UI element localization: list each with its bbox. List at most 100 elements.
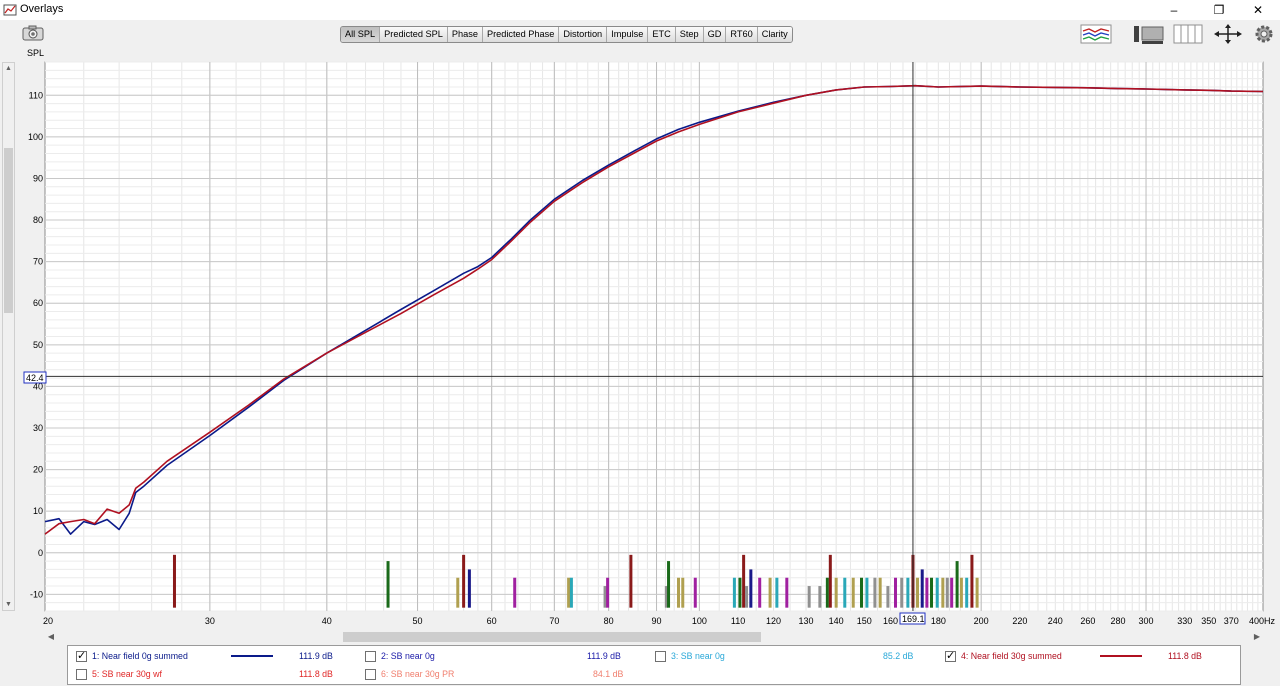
- y-tick-label: 10: [33, 506, 43, 516]
- measurement-bar: [825, 577, 829, 608]
- tab-distortion[interactable]: Distortion: [559, 27, 608, 42]
- x-tick-label: 20: [43, 616, 53, 626]
- measurement-bar: [758, 577, 762, 608]
- measurement-bar: [785, 577, 789, 608]
- legend-checkbox-6[interactable]: [365, 668, 376, 680]
- measurement-bar: [745, 586, 749, 608]
- minimize-button[interactable]: –: [1151, 0, 1197, 20]
- tab-rt60[interactable]: RT60: [726, 27, 758, 42]
- measurement-bar: [667, 561, 671, 608]
- measurement-bar: [950, 577, 954, 608]
- measurement-bar: [603, 586, 607, 608]
- measurement-bar: [738, 577, 742, 608]
- measurement-bar: [629, 554, 633, 608]
- x-tick-label: 220: [1012, 616, 1027, 626]
- measurement-bar: [859, 577, 863, 608]
- x-tick-label: 30: [205, 616, 215, 626]
- legend-item-2[interactable]: 2: SB near 0g 111.9 dB: [365, 648, 621, 664]
- measurement-bar: [567, 577, 571, 608]
- measurement-legend: 1: Near field 0g summed 111.9 dB 2: SB n…: [67, 645, 1241, 685]
- legend-checkbox-1[interactable]: [76, 649, 87, 662]
- legend-checkbox-4[interactable]: [945, 649, 956, 662]
- window-title: Overlays: [20, 3, 64, 15]
- measurement-bar: [970, 554, 974, 608]
- y-tick-label: 100: [28, 132, 43, 142]
- measurement-bar: [818, 586, 822, 608]
- measurement-bar: [732, 577, 736, 608]
- x-tick-label: 160: [883, 616, 898, 626]
- cursor-spl-label: 42.4: [26, 373, 44, 383]
- x-tick-label: 400Hz: [1249, 616, 1276, 626]
- measurement-bar: [915, 577, 919, 608]
- tab-gd[interactable]: GD: [703, 27, 727, 42]
- measurement-bar: [843, 577, 847, 608]
- y-tick-label: 60: [33, 298, 43, 308]
- horizontal-scroll-thumb[interactable]: [343, 632, 761, 642]
- camera-icon[interactable]: [22, 25, 44, 41]
- legend-item-4[interactable]: 4: Near field 30g summed 111.8 dB: [945, 648, 1202, 664]
- axis-label-spl: SPL: [27, 48, 45, 58]
- measurement-bar: [742, 554, 746, 608]
- spl-chart[interactable]: 1101009080706050403020100-10 20 30 40 50 60 7…: [0, 60, 1280, 630]
- measurement-bar: [807, 586, 811, 608]
- tab-clarity[interactable]: Clarity: [757, 27, 792, 42]
- scroll-left-icon[interactable]: ◀: [45, 631, 57, 643]
- tab-impulse[interactable]: Impulse: [607, 27, 649, 42]
- y-tick-label: 110: [29, 90, 43, 100]
- measurement-bar: [894, 577, 898, 608]
- measurement-bar: [172, 554, 176, 608]
- measurement-bar: [606, 577, 610, 608]
- measurement-bar: [886, 586, 890, 608]
- controls-icon[interactable]: [1133, 23, 1165, 45]
- x-tick-label: 120: [766, 616, 781, 626]
- tab-predicted-spl[interactable]: Predicted SPL: [380, 27, 448, 42]
- measurement-bar: [749, 569, 753, 608]
- gear-icon[interactable]: [1253, 23, 1275, 45]
- x-tick-label: 110: [731, 616, 745, 626]
- legend-line-4: [1100, 655, 1142, 657]
- legend-label-5: 5: SB near 30g wf: [92, 669, 162, 679]
- legend-checkbox-3[interactable]: [655, 650, 666, 662]
- scroll-right-icon[interactable]: ▶: [1251, 631, 1263, 643]
- measurement-bar: [906, 577, 910, 608]
- legend-item-1[interactable]: 1: Near field 0g summed 111.9 dB: [76, 648, 333, 664]
- horizontal-scrollbar[interactable]: ◀ ▶: [45, 630, 1263, 644]
- measurement-bar: [681, 577, 685, 608]
- legend-checkbox-2[interactable]: [365, 650, 376, 662]
- measurement-bar: [462, 554, 466, 608]
- cursor-freq-label: 169.1: [902, 614, 925, 624]
- tab-predicted-phase[interactable]: Predicted Phase: [482, 27, 560, 42]
- legend-line-1: [231, 655, 273, 657]
- measurement-bar: [513, 577, 517, 608]
- legend-item-3[interactable]: 3: SB near 0g 85.2 dB: [655, 648, 913, 664]
- tab-step[interactable]: Step: [675, 27, 704, 42]
- title-bar: Overlays – ❐ ✕: [0, 0, 1280, 20]
- measurement-bar: [775, 577, 779, 608]
- measurement-bar: [900, 577, 904, 608]
- x-tick-label: 40: [322, 616, 332, 626]
- tab-etc[interactable]: ETC: [648, 27, 676, 42]
- close-button[interactable]: ✕: [1235, 0, 1280, 20]
- legend-item-5[interactable]: 5: SB near 30g wf 111.8 dB: [76, 666, 333, 682]
- measurement-bar: [878, 577, 882, 608]
- legend-item-6[interactable]: 6: SB near 30g PR 84.1 dB: [365, 666, 623, 682]
- x-tick-label: 260: [1080, 616, 1095, 626]
- y-tick-label: 50: [33, 340, 43, 350]
- tab-all-spl[interactable]: All SPL: [341, 27, 381, 42]
- x-tick-label: 280: [1110, 616, 1125, 626]
- y-tick-label: 20: [33, 465, 43, 475]
- legend-label-2: 2: SB near 0g: [381, 651, 435, 661]
- move-icon[interactable]: [1213, 23, 1243, 45]
- traces-icon[interactable]: [1080, 23, 1112, 45]
- legend-checkbox-5[interactable]: [76, 668, 87, 680]
- tab-phase[interactable]: Phase: [447, 27, 483, 42]
- legend-value-4: 111.8 dB: [1168, 651, 1202, 661]
- legend-value-5: 111.8 dB: [299, 669, 333, 679]
- legend-label-3: 3: SB near 0g: [671, 651, 725, 661]
- legend-label-6: 6: SB near 30g PR: [381, 669, 455, 679]
- graph-tabs: All SPL Predicted SPL Phase Predicted Ph…: [340, 26, 793, 43]
- layout-icon[interactable]: [1173, 23, 1203, 45]
- x-tick-label: 150: [857, 616, 872, 626]
- y-tick-label: 90: [33, 173, 43, 183]
- x-tick-label: 60: [487, 616, 497, 626]
